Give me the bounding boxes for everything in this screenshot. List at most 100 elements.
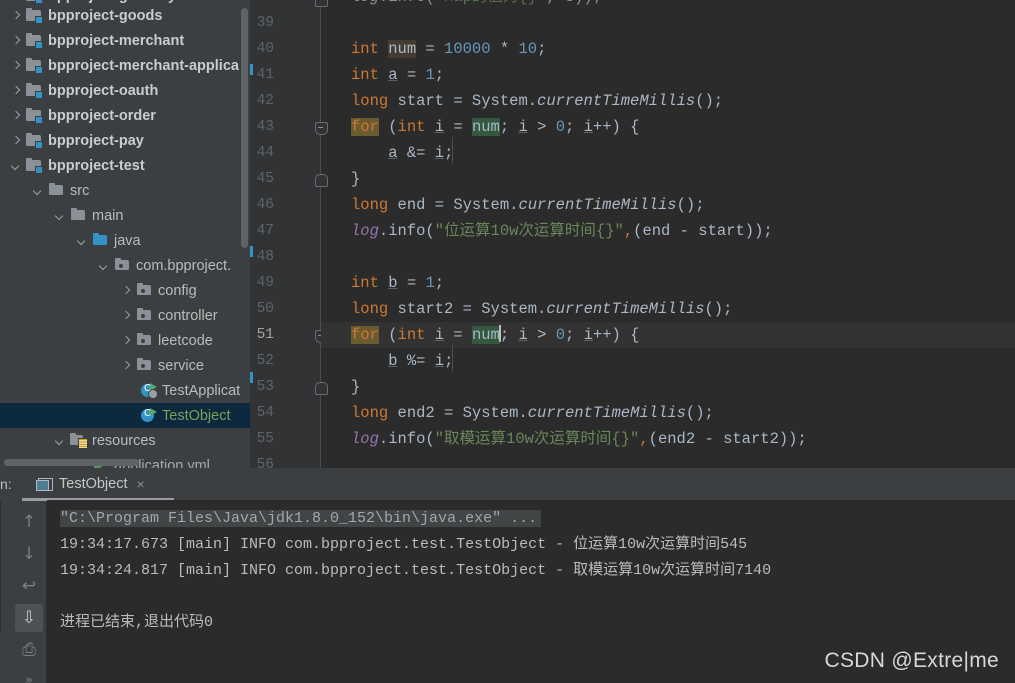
chevron-right-icon[interactable]	[10, 59, 23, 72]
console-toolbar[interactable]: ↑ ↓ ↩ ⇩ ⎙ »	[12, 502, 47, 683]
module-icon	[26, 107, 43, 124]
line-number: 56	[256, 457, 274, 468]
package-icon	[136, 332, 153, 348]
package-icon	[136, 307, 153, 323]
code-editor[interactable]: 38 39 40 41 42 43 44 45 46 47 48 49 50 5…	[250, 0, 1015, 468]
console-window-icon	[36, 477, 53, 491]
chevron-right-icon[interactable]	[10, 109, 23, 122]
tree-row-src[interactable]: src	[0, 178, 250, 203]
code-line-42: long start = System.currentTimeMillis();	[351, 92, 724, 110]
indent-guide	[452, 345, 453, 371]
tree-item-label: bpproject-oauth	[48, 82, 159, 99]
scroll-up-button[interactable]: ↑	[15, 508, 43, 536]
scroll-to-end-button[interactable]: ⇩	[15, 604, 43, 632]
line-number: 39	[256, 15, 274, 31]
tree-row[interactable]: bpproject-oauth	[0, 78, 250, 103]
tree-row-test-object[interactable]: TestObject	[0, 403, 250, 428]
line-number-current: 51	[256, 327, 274, 343]
tree-item-label: TestObject	[162, 407, 231, 424]
scroll-down-icon: ↓	[21, 544, 37, 564]
line-number: 38	[250, 0, 274, 10]
code-line-47: log.info("位运算10w次运算时间{}",(end - start));	[351, 222, 773, 240]
indent-guide	[452, 137, 453, 163]
code-line-44: a &= i;	[388, 144, 454, 162]
scroll-down-button[interactable]: ↓	[15, 540, 43, 568]
chevron-right-icon[interactable]	[120, 284, 133, 297]
module-icon	[26, 7, 43, 24]
tree-row-service[interactable]: service	[0, 353, 250, 378]
code-line-46: long end = System.currentTimeMillis();	[351, 196, 705, 214]
chevron-down-icon[interactable]	[54, 434, 67, 447]
tree-item-label: bpproject-order	[48, 107, 156, 124]
line-number: 50	[256, 301, 274, 317]
chevron-right-icon[interactable]	[10, 84, 23, 97]
tree-row-bpproject-test[interactable]: bpproject-test	[0, 153, 250, 178]
console-command-text: "C:\Program Files\Java\jdk1.8.0_152\bin\…	[60, 510, 542, 527]
chevron-right-icon[interactable]	[120, 309, 133, 322]
close-icon[interactable]: ×	[137, 477, 145, 491]
soft-wrap-button[interactable]: ↩	[15, 572, 43, 600]
chevron-right-icon[interactable]	[120, 334, 133, 347]
code-line-45: }	[351, 170, 361, 188]
print-icon: ⎙	[22, 640, 36, 660]
tree-horizontal-scrollbar[interactable]	[4, 459, 139, 466]
tree-row[interactable]: bpproject-pay	[0, 128, 250, 153]
tree-row-resources[interactable]: resources	[0, 428, 250, 453]
tree-row[interactable]: bpproject-merchant-applica	[0, 53, 250, 78]
scroll-to-end-icon: ⇩	[21, 608, 37, 628]
tree-row-package-root[interactable]: com.bpproject.	[0, 253, 250, 278]
code-line-52: b %= i;	[388, 352, 454, 370]
tree-item-label: main	[92, 207, 124, 224]
chevron-down-icon[interactable]	[54, 209, 67, 222]
console-line-command: "C:\Program Files\Java\jdk1.8.0_152\bin\…	[60, 506, 542, 532]
tree-row[interactable]: bpproject-merchant	[0, 28, 250, 53]
line-number: 40	[256, 41, 274, 57]
tree-row-java[interactable]: java	[0, 228, 250, 253]
code-text-area[interactable]: log.info("Map的值为{}", s)); int num = 1000…	[321, 0, 1015, 468]
tree-item-label: com.bpproject.	[136, 257, 232, 274]
code-line-49: int b = 1;	[351, 274, 445, 292]
tree-row-main[interactable]: main	[0, 203, 250, 228]
chevron-down-icon[interactable]	[76, 234, 89, 247]
tree-item-label: src	[70, 182, 90, 199]
tree-row-leetcode[interactable]: leetcode	[0, 328, 250, 353]
chevron-down-icon[interactable]	[98, 259, 111, 272]
package-icon	[136, 357, 153, 373]
tree-row-config[interactable]: config	[0, 278, 250, 303]
scroll-up-icon: ↑	[21, 512, 37, 532]
tree-row[interactable]: bpproject-goods	[0, 3, 250, 28]
chevron-right-icon[interactable]	[10, 34, 23, 47]
watermark: CSDN @Extre|me	[824, 649, 999, 672]
line-number: 53	[256, 379, 274, 395]
chevron-right-icon[interactable]	[10, 9, 23, 22]
soft-wrap-icon: ↩	[21, 576, 37, 596]
console-line-exit: 进程已结束,退出代码0	[60, 614, 214, 631]
runnable-class-icon	[140, 408, 157, 423]
tree-item-label: bpproject-pay	[48, 132, 144, 149]
tree-item-label: bpproject-goods	[48, 7, 163, 24]
line-number: 44	[256, 145, 274, 161]
tree-vertical-scrollbar[interactable]	[241, 8, 248, 248]
chevron-right-icon[interactable]	[120, 359, 133, 372]
tree-item-label: config	[158, 282, 197, 299]
chevron-right-icon[interactable]	[10, 0, 23, 2]
tree-row-controller[interactable]: controller	[0, 303, 250, 328]
code-line-54: long end2 = System.currentTimeMillis();	[351, 404, 714, 422]
run-tab-testobject[interactable]: TestObject ×	[30, 471, 151, 497]
chevron-down-icon[interactable]	[32, 184, 45, 197]
more-options-button[interactable]: »	[15, 666, 43, 683]
run-tab-label: TestObject	[59, 476, 128, 492]
line-number: 45	[256, 171, 274, 187]
tree-row[interactable]: bpproject-order	[0, 103, 250, 128]
code-line-40: int num = 10000 * 10;	[351, 40, 547, 58]
chevron-right-icon[interactable]	[10, 134, 23, 147]
code-line-53: }	[351, 378, 361, 396]
tree-row-test-application[interactable]: TestApplicat	[0, 378, 250, 403]
print-button[interactable]: ⎙	[15, 636, 43, 664]
chevron-down-icon[interactable]	[10, 159, 23, 172]
project-tool-window[interactable]: bpproject-gateway bpproject-goods bpproj…	[0, 0, 250, 468]
module-icon	[26, 32, 43, 49]
editor-gutter[interactable]: 38 39 40 41 42 43 44 45 46 47 48 49 50 5…	[250, 0, 320, 468]
line-number: 43	[256, 119, 274, 135]
